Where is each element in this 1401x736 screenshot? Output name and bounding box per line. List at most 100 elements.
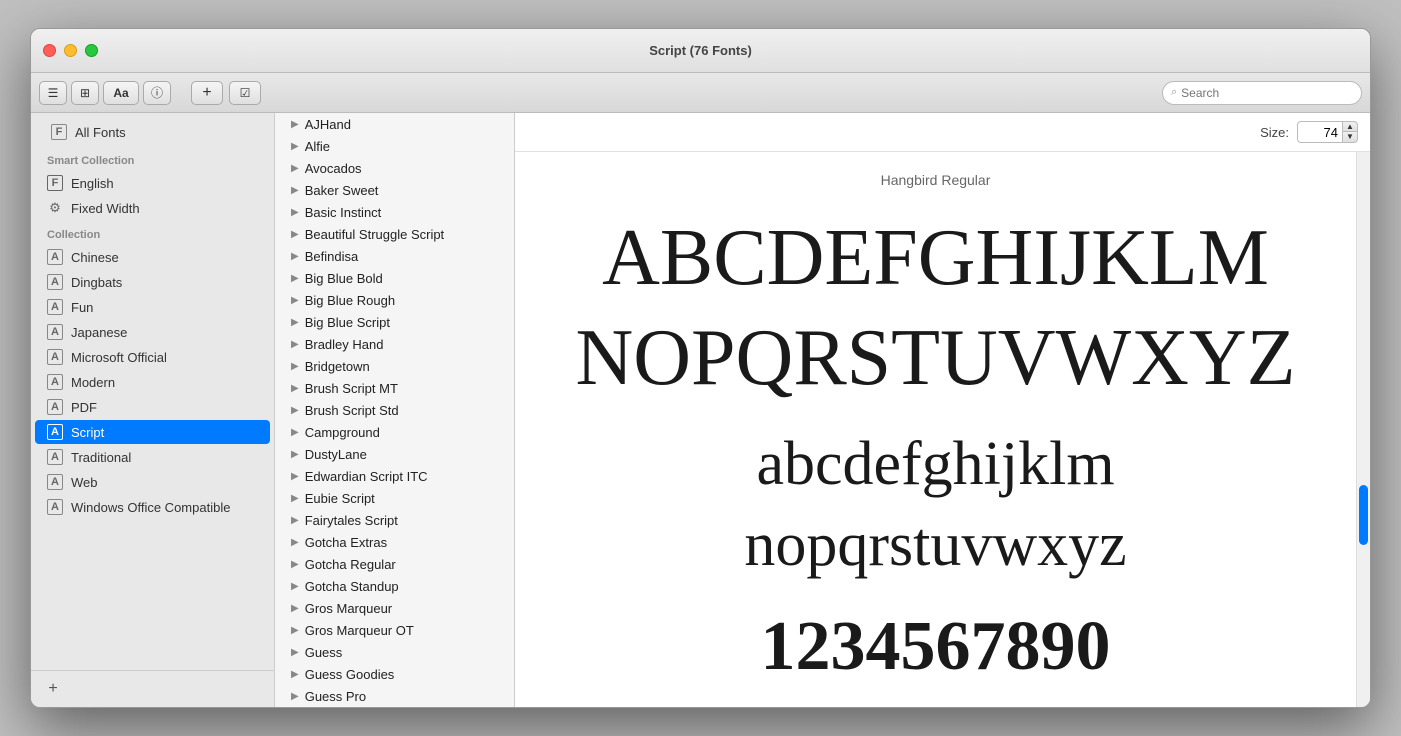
font-arrow-icon: ▶: [291, 537, 299, 548]
sidebar-item-modern[interactable]: A Modern: [35, 370, 270, 394]
font-list-item-name: Big Blue Rough: [305, 293, 395, 308]
info-icon: ⓘ: [151, 84, 163, 101]
font-list-item[interactable]: ▶ Guess Goodies: [275, 663, 514, 685]
checkmark-icon: ☑: [240, 86, 251, 100]
add-font-button[interactable]: +: [191, 81, 223, 105]
hamburger-icon: ☰: [48, 86, 59, 100]
font-list-item-name: Gros Marqueur OT: [305, 623, 414, 638]
sidebar-item-web[interactable]: A Web: [35, 470, 270, 494]
font-list-item[interactable]: ▶ Beautiful Struggle Script: [275, 223, 514, 245]
sidebar-label-modern: Modern: [71, 375, 115, 390]
microsoft-official-icon: A: [47, 349, 63, 365]
sidebar-item-english[interactable]: F English: [35, 171, 270, 195]
sidebar-label-japanese: Japanese: [71, 325, 127, 340]
sidebar: F All Fonts Smart Collection F English ⚙…: [31, 113, 275, 707]
font-list-item-name: Big Blue Bold: [305, 271, 383, 286]
sidebar-toggle-button[interactable]: ☰: [39, 81, 67, 105]
sidebar-item-fixed-width[interactable]: ⚙ Fixed Width: [35, 196, 270, 220]
font-arrow-icon: ▶: [291, 229, 299, 240]
search-box[interactable]: ⌕: [1162, 81, 1362, 105]
font-arrow-icon: ▶: [291, 273, 299, 284]
sidebar-item-microsoft-official[interactable]: A Microsoft Official: [35, 345, 270, 369]
add-collection-button[interactable]: +: [43, 679, 63, 699]
sidebar-item-japanese[interactable]: A Japanese: [35, 320, 270, 344]
sidebar-item-chinese[interactable]: A Chinese: [35, 245, 270, 269]
font-arrow-icon: ▶: [291, 251, 299, 262]
preview-font-name: Hangbird Regular: [881, 172, 991, 188]
font-list-item[interactable]: ▶ Gotcha Standup: [275, 575, 514, 597]
sidebar-item-traditional[interactable]: A Traditional: [35, 445, 270, 469]
font-arrow-icon: ▶: [291, 185, 299, 196]
font-list-item[interactable]: ▶ DustyLane: [275, 443, 514, 465]
font-list-item-name: Edwardian Script ITC: [305, 469, 428, 484]
sidebar-item-script[interactable]: A Script: [35, 420, 270, 444]
sidebar-item-all-fonts[interactable]: F All Fonts: [39, 120, 266, 144]
sidebar-item-pdf[interactable]: A PDF: [35, 395, 270, 419]
smart-collection-section: Smart Collection F English ⚙ Fixed Width: [31, 147, 274, 221]
font-list-item[interactable]: ▶ Gros Marqueur: [275, 597, 514, 619]
close-button[interactable]: [43, 44, 56, 57]
size-stepper: ▲ ▼: [1342, 121, 1358, 143]
preview-pane: Size: ▲ ▼ Hangbird Regular ABCDEFGHIJKLM: [515, 113, 1370, 707]
sidebar-item-windows-office-compatible[interactable]: A Windows Office Compatible: [35, 495, 270, 519]
font-list-item[interactable]: ▶ Baker Sweet: [275, 179, 514, 201]
preview-scrollbar[interactable]: [1356, 152, 1370, 707]
minimize-button[interactable]: [64, 44, 77, 57]
sidebar-item-fun[interactable]: A Fun: [35, 295, 270, 319]
font-list-item[interactable]: ▶ Gros Marqueur OT: [275, 619, 514, 641]
maximize-button[interactable]: [85, 44, 98, 57]
font-list-item[interactable]: ▶ Guess Pro: [275, 685, 514, 707]
font-list-scroll[interactable]: ▶ AJHand ▶ Alfie ▶ Avocados ▶ Baker Swee…: [275, 113, 514, 707]
font-list-item[interactable]: ▶ Bradley Hand: [275, 333, 514, 355]
font-list-item-name: Baker Sweet: [305, 183, 379, 198]
smart-items-list: F English ⚙ Fixed Width: [31, 171, 274, 220]
size-decrement-button[interactable]: ▼: [1342, 132, 1358, 143]
grid-view-button[interactable]: ⊞: [71, 81, 99, 105]
traditional-icon: A: [47, 449, 63, 465]
font-list-item[interactable]: ▶ Gotcha Regular: [275, 553, 514, 575]
font-arrow-icon: ▶: [291, 119, 299, 130]
script-icon: A: [47, 424, 63, 440]
font-list-item-name: Beautiful Struggle Script: [305, 227, 444, 242]
font-list-item[interactable]: ▶ Brush Script MT: [275, 377, 514, 399]
font-list-item[interactable]: ▶ Big Blue Rough: [275, 289, 514, 311]
sidebar-label-english: English: [71, 176, 114, 191]
font-list-item[interactable]: ▶ Guess: [275, 641, 514, 663]
font-list-item[interactable]: ▶ Basic Instinct: [275, 201, 514, 223]
sidebar-footer: +: [31, 670, 274, 707]
font-list-item-name: Guess: [305, 645, 343, 660]
font-list-item[interactable]: ▶ Gotcha Extras: [275, 531, 514, 553]
english-icon: F: [47, 175, 63, 191]
aa-icon: Aa: [113, 86, 128, 100]
size-input[interactable]: [1297, 121, 1342, 143]
size-increment-button[interactable]: ▲: [1342, 121, 1358, 132]
font-list-item[interactable]: ▶ Avocados: [275, 157, 514, 179]
search-input[interactable]: [1181, 86, 1353, 100]
font-list-item[interactable]: ▶ Eubie Script: [275, 487, 514, 509]
sidebar-label-dingbats: Dingbats: [71, 275, 122, 290]
info-button[interactable]: ⓘ: [143, 81, 171, 105]
preview-uppercase-line1: ABCDEFGHIJKLM: [555, 208, 1316, 308]
font-arrow-icon: ▶: [291, 141, 299, 152]
font-list-item[interactable]: ▶ Big Blue Bold: [275, 267, 514, 289]
font-list-item[interactable]: ▶ Edwardian Script ITC: [275, 465, 514, 487]
font-list-item[interactable]: ▶ Alfie: [275, 135, 514, 157]
font-list-item[interactable]: ▶ Brush Script Std: [275, 399, 514, 421]
chinese-icon: A: [47, 249, 63, 265]
sidebar-label-chinese: Chinese: [71, 250, 119, 265]
font-arrow-icon: ▶: [291, 383, 299, 394]
validate-button[interactable]: ☑: [229, 81, 261, 105]
font-list-item-name: Bradley Hand: [305, 337, 384, 352]
font-list-item[interactable]: ▶ Campground: [275, 421, 514, 443]
font-list-item[interactable]: ▶ Bridgetown: [275, 355, 514, 377]
sidebar-item-dingbats[interactable]: A Dingbats: [35, 270, 270, 294]
preview-text-button[interactable]: Aa: [103, 81, 139, 105]
sidebar-label-web: Web: [71, 475, 98, 490]
modern-icon: A: [47, 374, 63, 390]
font-list-item[interactable]: ▶ Big Blue Script: [275, 311, 514, 333]
font-list-item[interactable]: ▶ Befindisa: [275, 245, 514, 267]
grid-icon: ⊞: [80, 86, 90, 100]
font-list-item[interactable]: ▶ Fairytales Script: [275, 509, 514, 531]
font-list-item[interactable]: ▶ AJHand: [275, 113, 514, 135]
font-list-item-name: Avocados: [305, 161, 362, 176]
